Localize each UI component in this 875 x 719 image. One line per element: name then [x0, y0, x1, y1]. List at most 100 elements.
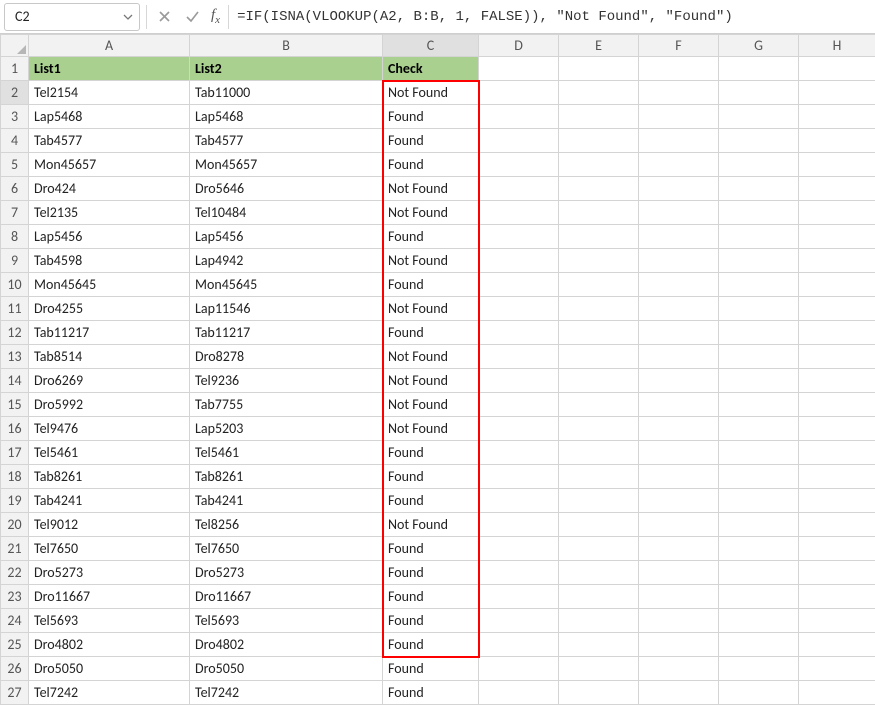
cell-A16[interactable]: Tel9476 [29, 417, 190, 441]
col-header-E[interactable]: E [559, 35, 639, 57]
cell-F22[interactable] [639, 561, 719, 585]
cell-A9[interactable]: Tab4598 [29, 249, 190, 273]
cell-A20[interactable]: Tel9012 [29, 513, 190, 537]
cell-D8[interactable] [479, 225, 559, 249]
row-header-2[interactable]: 2 [1, 81, 29, 105]
cell-A18[interactable]: Tab8261 [29, 465, 190, 489]
cell-A8[interactable]: Lap5456 [29, 225, 190, 249]
row-header-14[interactable]: 14 [1, 369, 29, 393]
cell-B13[interactable]: Dro8278 [190, 345, 383, 369]
row-header-13[interactable]: 13 [1, 345, 29, 369]
cell-E16[interactable] [559, 417, 639, 441]
cell-F23[interactable] [639, 585, 719, 609]
cell-H7[interactable] [799, 201, 875, 225]
cell-C18[interactable]: Found [383, 465, 479, 489]
cell-B10[interactable]: Mon45645 [190, 273, 383, 297]
cell-G16[interactable] [719, 417, 799, 441]
cell-E27[interactable] [559, 681, 639, 705]
cell-F10[interactable] [639, 273, 719, 297]
cell-E17[interactable] [559, 441, 639, 465]
cell-H18[interactable] [799, 465, 875, 489]
cell-C27[interactable]: Found [383, 681, 479, 705]
cell-D6[interactable] [479, 177, 559, 201]
cell-G18[interactable] [719, 465, 799, 489]
cell-C15[interactable]: Not Found [383, 393, 479, 417]
cell-B21[interactable]: Tel7650 [190, 537, 383, 561]
cell-A1[interactable]: List1 [29, 57, 190, 81]
row-header-5[interactable]: 5 [1, 153, 29, 177]
row-header-16[interactable]: 16 [1, 417, 29, 441]
cell-C7[interactable]: Not Found [383, 201, 479, 225]
cell-A13[interactable]: Tab8514 [29, 345, 190, 369]
cell-E19[interactable] [559, 489, 639, 513]
cell-B1[interactable]: List2 [190, 57, 383, 81]
cell-F9[interactable] [639, 249, 719, 273]
cell-G9[interactable] [719, 249, 799, 273]
cell-C13[interactable]: Not Found [383, 345, 479, 369]
cell-B25[interactable]: Dro4802 [190, 633, 383, 657]
cell-C11[interactable]: Not Found [383, 297, 479, 321]
cell-D4[interactable] [479, 129, 559, 153]
cell-E26[interactable] [559, 657, 639, 681]
cell-H27[interactable] [799, 681, 875, 705]
cell-D9[interactable] [479, 249, 559, 273]
cell-B5[interactable]: Mon45657 [190, 153, 383, 177]
cell-G24[interactable] [719, 609, 799, 633]
cell-C14[interactable]: Not Found [383, 369, 479, 393]
cell-B14[interactable]: Tel9236 [190, 369, 383, 393]
col-header-B[interactable]: B [190, 35, 383, 57]
cell-C6[interactable]: Not Found [383, 177, 479, 201]
cell-A11[interactable]: Dro4255 [29, 297, 190, 321]
row-header-6[interactable]: 6 [1, 177, 29, 201]
cell-H15[interactable] [799, 393, 875, 417]
cell-F8[interactable] [639, 225, 719, 249]
cell-D7[interactable] [479, 201, 559, 225]
cell-F16[interactable] [639, 417, 719, 441]
cell-A10[interactable]: Mon45645 [29, 273, 190, 297]
cell-A5[interactable]: Mon45657 [29, 153, 190, 177]
cell-C19[interactable]: Found [383, 489, 479, 513]
cell-E15[interactable] [559, 393, 639, 417]
cell-E9[interactable] [559, 249, 639, 273]
row-header-22[interactable]: 22 [1, 561, 29, 585]
row-header-21[interactable]: 21 [1, 537, 29, 561]
cell-C12[interactable]: Found [383, 321, 479, 345]
cell-B22[interactable]: Dro5273 [190, 561, 383, 585]
cell-F1[interactable] [639, 57, 719, 81]
cell-A7[interactable]: Tel2135 [29, 201, 190, 225]
cell-G13[interactable] [719, 345, 799, 369]
cell-A3[interactable]: Lap5468 [29, 105, 190, 129]
cell-B23[interactable]: Dro11667 [190, 585, 383, 609]
cell-C21[interactable]: Found [383, 537, 479, 561]
cell-B6[interactable]: Dro5646 [190, 177, 383, 201]
cell-G26[interactable] [719, 657, 799, 681]
cell-D14[interactable] [479, 369, 559, 393]
select-all-corner[interactable] [1, 35, 29, 57]
cell-C1[interactable]: Check [383, 57, 479, 81]
cell-C26[interactable]: Found [383, 657, 479, 681]
cell-A4[interactable]: Tab4577 [29, 129, 190, 153]
cell-E10[interactable] [559, 273, 639, 297]
cell-C25[interactable]: Found [383, 633, 479, 657]
cell-F19[interactable] [639, 489, 719, 513]
row-header-9[interactable]: 9 [1, 249, 29, 273]
cell-B15[interactable]: Tab7755 [190, 393, 383, 417]
cell-A25[interactable]: Dro4802 [29, 633, 190, 657]
cell-C17[interactable]: Found [383, 441, 479, 465]
cell-B4[interactable]: Tab4577 [190, 129, 383, 153]
cell-H22[interactable] [799, 561, 875, 585]
row-header-18[interactable]: 18 [1, 465, 29, 489]
row-header-8[interactable]: 8 [1, 225, 29, 249]
cell-G17[interactable] [719, 441, 799, 465]
cell-B9[interactable]: Lap4942 [190, 249, 383, 273]
cell-C24[interactable]: Found [383, 609, 479, 633]
cell-H17[interactable] [799, 441, 875, 465]
cell-G21[interactable] [719, 537, 799, 561]
cell-D18[interactable] [479, 465, 559, 489]
cell-D2[interactable] [479, 81, 559, 105]
cell-B19[interactable]: Tab4241 [190, 489, 383, 513]
cell-G5[interactable] [719, 153, 799, 177]
cell-H12[interactable] [799, 321, 875, 345]
cell-E12[interactable] [559, 321, 639, 345]
cell-A6[interactable]: Dro424 [29, 177, 190, 201]
